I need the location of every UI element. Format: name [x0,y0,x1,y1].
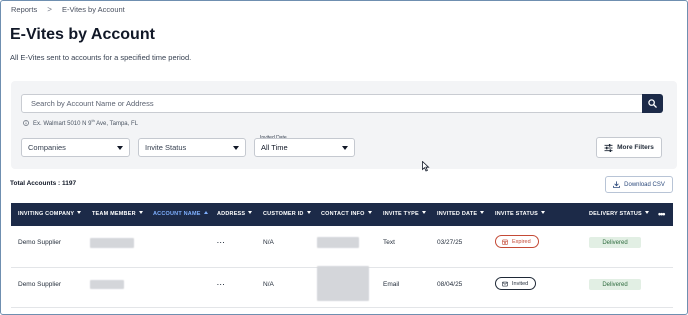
cell-customer-id: N/A [263,239,274,246]
info-circle-icon [23,119,29,126]
cell-invite-type: Email [383,281,400,288]
companies-dropdown-value: Companies [28,143,66,152]
sort-arrow-icon [203,211,208,214]
more-filters-button[interactable]: More Filters [596,137,662,158]
chevron-down-icon [117,146,123,150]
invited-date-dropdown-value: All Time [261,143,288,152]
search-button[interactable] [642,94,663,113]
cell-customer-id: N/A [263,281,274,288]
sort-arrow-icon [77,211,82,214]
download-csv-button[interactable]: Download CSV [605,176,673,193]
sliders-icon [604,143,613,152]
breadcrumb-reports[interactable]: Reports [11,5,37,14]
breadcrumb: Reports > E-Vites by Account [11,5,125,14]
breadcrumb-current: E-Vites by Account [61,5,125,14]
redacted-contact-info [317,237,359,248]
redacted-team-member [90,238,134,248]
envelope-icon [502,281,508,286]
page-title: E-Vites by Account [10,26,155,43]
status-badge-label: Invited [512,280,529,287]
column-invited-date[interactable]: INVITED DATE [437,211,485,217]
cell-invited-date: 08/04/25 [437,281,463,288]
page-subtitle: All E-Vites sent to accounts for a speci… [10,53,192,62]
sort-arrow-icon [421,211,426,214]
column-account-name[interactable]: ACCOUNT NAME [153,211,208,217]
table-row[interactable]: Demo Supplier ... N/A Text 03/27/25 Expi… [11,226,673,268]
table-row[interactable]: Demo Supplier ... N/A Email 08/04/25 Inv… [11,264,673,308]
table-more-menu-icon[interactable]: ••• [658,209,666,219]
column-team-member[interactable]: TEAM MEMBER [92,211,143,217]
invited-date-dropdown[interactable]: All Time [254,138,355,157]
column-invite-type[interactable]: INVITE TYPE [383,211,426,217]
redacted-team-member [90,280,124,289]
sort-arrow-icon [248,211,253,214]
status-badge-label: Expired [512,238,531,245]
column-customer-id[interactable]: CUSTOMER ID [263,211,311,217]
column-inviting-company[interactable]: INVITING COMPANY [18,211,82,217]
delivery-status-badge: Delivered [589,237,641,248]
search-icon [648,99,657,108]
column-address[interactable]: ADDRESS [217,211,253,217]
sort-arrow-icon [367,211,372,214]
cell-address[interactable]: ... [217,238,225,245]
invite-status-dropdown[interactable]: Invite Status [138,138,246,157]
invite-status-dropdown-value: Invite Status [145,143,187,152]
sort-arrow-icon [480,211,485,214]
search-input[interactable] [21,94,643,113]
cell-invited-date: 03/27/25 [437,239,463,246]
sort-arrow-icon [644,211,649,214]
cell-address[interactable]: ... [217,280,225,287]
search-hint: Ex. Walmart 5010 N 9th Ave, Tampa, FL [23,118,138,127]
column-invite-status[interactable]: INVITE STATUS [495,211,546,217]
delivery-status-badge: Delivered [589,279,641,290]
status-badge-expired: Expired [495,235,539,248]
mouse-cursor-icon [422,161,430,172]
cell-inviting-company: Demo Supplier [18,239,61,246]
download-icon [613,181,621,188]
calendar-x-icon [502,239,508,245]
cell-invite-type: Text [383,239,395,246]
sort-arrow-icon [541,211,546,214]
sort-arrow-icon [306,211,311,214]
more-filters-label: More Filters [617,144,654,151]
cell-inviting-company: Demo Supplier [18,281,61,288]
search-hint-text: Ex. Walmart 5010 N 9th Ave, Tampa, FL [33,118,138,127]
chevron-down-icon [233,146,239,150]
sort-arrow-icon [138,211,143,214]
companies-dropdown[interactable]: Companies [21,138,130,157]
table-header: INVITING COMPANY TEAM MEMBER ACCOUNT NAM… [11,203,673,226]
chevron-down-icon [342,146,348,150]
status-badge-invited: Invited [495,277,537,290]
breadcrumb-separator: > [47,5,52,14]
total-accounts: Total Accounts : 1197 [10,180,77,187]
redacted-contact-info [317,266,369,301]
column-delivery-status[interactable]: DELIVERY STATUS [589,211,649,217]
download-csv-label: Download CSV [624,181,665,188]
column-contact-info[interactable]: CONTACT INFO [321,211,372,217]
